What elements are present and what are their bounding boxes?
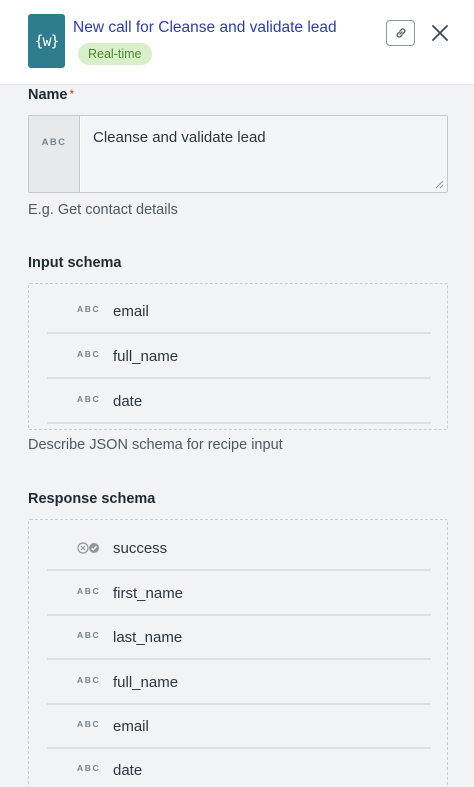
text-type-tag: ABC	[77, 304, 101, 314]
close-button[interactable]	[430, 23, 450, 43]
text-type-tag: ABC	[77, 719, 101, 729]
schema-field-row[interactable]: ABC full_name	[47, 335, 431, 379]
name-label: Name *	[28, 87, 75, 103]
field-name: success	[113, 540, 168, 557]
text-type-tag: ABC	[77, 675, 101, 685]
schema-field-row[interactable]: ABC date	[47, 749, 431, 787]
text-type-tag: ABC	[77, 763, 101, 773]
schema-field-row[interactable]: ABC email	[47, 705, 431, 749]
status-badge: Real-time	[78, 43, 152, 65]
resize-grip-icon[interactable]	[434, 179, 444, 189]
app-logo-icon: {w}	[28, 14, 65, 68]
name-field: ABC Cleanse and validate lead	[28, 115, 448, 193]
name-input[interactable]: Cleanse and validate lead	[81, 116, 447, 192]
text-type-tag: ABC	[77, 586, 101, 596]
schema-field-row[interactable]: success	[47, 527, 431, 571]
response-schema-label: Response schema	[28, 491, 156, 507]
field-name: full_name	[113, 674, 179, 691]
response-schema-box[interactable]: success ABC first_name ABC last_name ABC…	[28, 519, 448, 787]
schema-field-row[interactable]: ABC first_name	[47, 572, 431, 616]
schema-field-row[interactable]: ABC last_name	[47, 616, 431, 660]
required-marker: *	[69, 87, 75, 101]
text-type-tag: ABC	[29, 116, 80, 192]
page-title: New call for Cleanse and validate lead	[73, 19, 337, 36]
field-name: last_name	[113, 629, 183, 646]
close-icon	[432, 25, 448, 41]
field-name: email	[113, 303, 149, 320]
panel-header: {w} New call for Cleanse and validate le…	[0, 0, 474, 85]
field-name: date	[113, 762, 143, 779]
text-type-tag: ABC	[77, 630, 101, 640]
boolean-type-icon	[77, 542, 99, 554]
schema-field-row[interactable]: ABC email	[47, 290, 431, 334]
text-type-tag: ABC	[77, 349, 101, 359]
schema-field-row[interactable]: ABC date	[47, 380, 431, 424]
schema-field-row[interactable]: ABC full_name	[47, 661, 431, 705]
field-name: email	[113, 718, 149, 735]
field-name: first_name	[113, 585, 184, 602]
copy-link-button[interactable]	[386, 20, 415, 46]
link-icon	[396, 28, 406, 38]
input-schema-label: Input schema	[28, 255, 122, 271]
input-schema-box[interactable]: ABC email ABC full_name ABC date	[28, 283, 448, 430]
name-hint: E.g. Get contact details	[28, 202, 178, 218]
input-schema-hint: Describe JSON schema for recipe input	[28, 437, 283, 453]
text-type-tag: ABC	[77, 394, 101, 404]
field-name: full_name	[113, 348, 179, 365]
field-name: date	[113, 393, 143, 410]
